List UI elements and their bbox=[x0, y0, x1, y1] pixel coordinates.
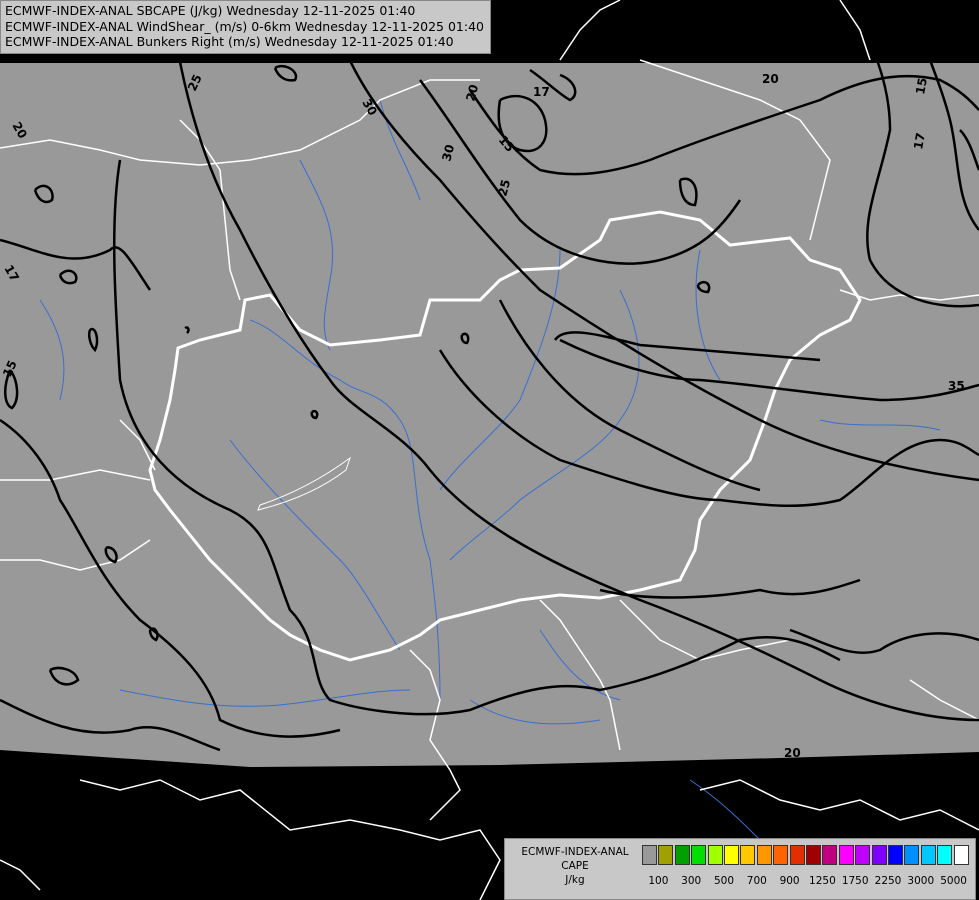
legend-swatch bbox=[756, 845, 772, 865]
legend-swatch bbox=[953, 845, 969, 865]
weather-map: 25 20 30 20 17 15 30 25 20 15 17 17 15 3… bbox=[0, 0, 979, 900]
legend-swatch bbox=[740, 845, 756, 865]
legend-swatch bbox=[838, 845, 854, 865]
legend-swatch bbox=[691, 845, 707, 865]
contour-label: 17 bbox=[533, 85, 550, 99]
legend-swatch bbox=[920, 845, 936, 865]
legend-swatch bbox=[855, 845, 871, 865]
cape-legend: ECMWF-INDEX-ANAL CAPE J/kg 100 300 500 700 9… bbox=[504, 838, 976, 900]
legend-swatch bbox=[871, 845, 887, 865]
legend-swatch bbox=[674, 845, 690, 865]
legend-tick-label: 700 bbox=[746, 875, 767, 887]
legend-tick-label: 900 bbox=[779, 875, 800, 887]
legend-swatch bbox=[904, 845, 920, 865]
legend-title-unit: J/kg bbox=[565, 874, 585, 886]
legend-tick-label: 5000 bbox=[940, 875, 967, 887]
legend-tick-label: 2250 bbox=[874, 875, 902, 887]
legend-swatch bbox=[642, 845, 657, 865]
contour-label: 35 bbox=[948, 379, 965, 393]
legend-tick-label: 500 bbox=[713, 875, 735, 887]
title-windshear: ECMWF-INDEX-ANAL WindShear_ (m/s) 0-6km … bbox=[5, 18, 484, 34]
title-bunkers: ECMWF-INDEX-ANAL Bunkers Right (m/s) Wed… bbox=[5, 34, 454, 49]
legend-tick-label: 3000 bbox=[907, 875, 935, 887]
legend-swatch bbox=[806, 845, 821, 865]
legend-swatch bbox=[789, 845, 805, 865]
legend-title-model: ECMWF-INDEX-ANAL bbox=[521, 846, 629, 858]
legend-swatch bbox=[724, 845, 739, 865]
legend-tick-label: 1250 bbox=[809, 875, 836, 887]
contour-label: 20 bbox=[784, 746, 801, 760]
legend-swatch bbox=[707, 845, 723, 865]
legend-tick-label: 100 bbox=[648, 875, 669, 887]
model-domain-area bbox=[0, 63, 979, 767]
legend-swatch bbox=[888, 845, 903, 865]
title-sbcape: ECMWF-INDEX-ANAL SBCAPE (J/kg) Wednesday… bbox=[5, 3, 416, 18]
legend-swatch bbox=[937, 845, 953, 865]
legend-swatch bbox=[773, 845, 789, 865]
map-title-box: ECMWF-INDEX-ANAL SBCAPE (J/kg) Wednesday… bbox=[0, 0, 491, 54]
contour-label: 15 bbox=[913, 77, 930, 96]
legend-title: ECMWF-INDEX-ANAL CAPE J/kg bbox=[509, 845, 641, 887]
legend-tick-label: 300 bbox=[681, 875, 702, 887]
legend-tick-label: 1750 bbox=[841, 875, 869, 887]
legend-swatch bbox=[658, 845, 674, 865]
contour-label: 20 bbox=[762, 72, 779, 86]
contour-label: 17 bbox=[911, 132, 928, 151]
legend-swatch bbox=[822, 845, 838, 865]
legend-title-param: CAPE bbox=[561, 860, 589, 872]
